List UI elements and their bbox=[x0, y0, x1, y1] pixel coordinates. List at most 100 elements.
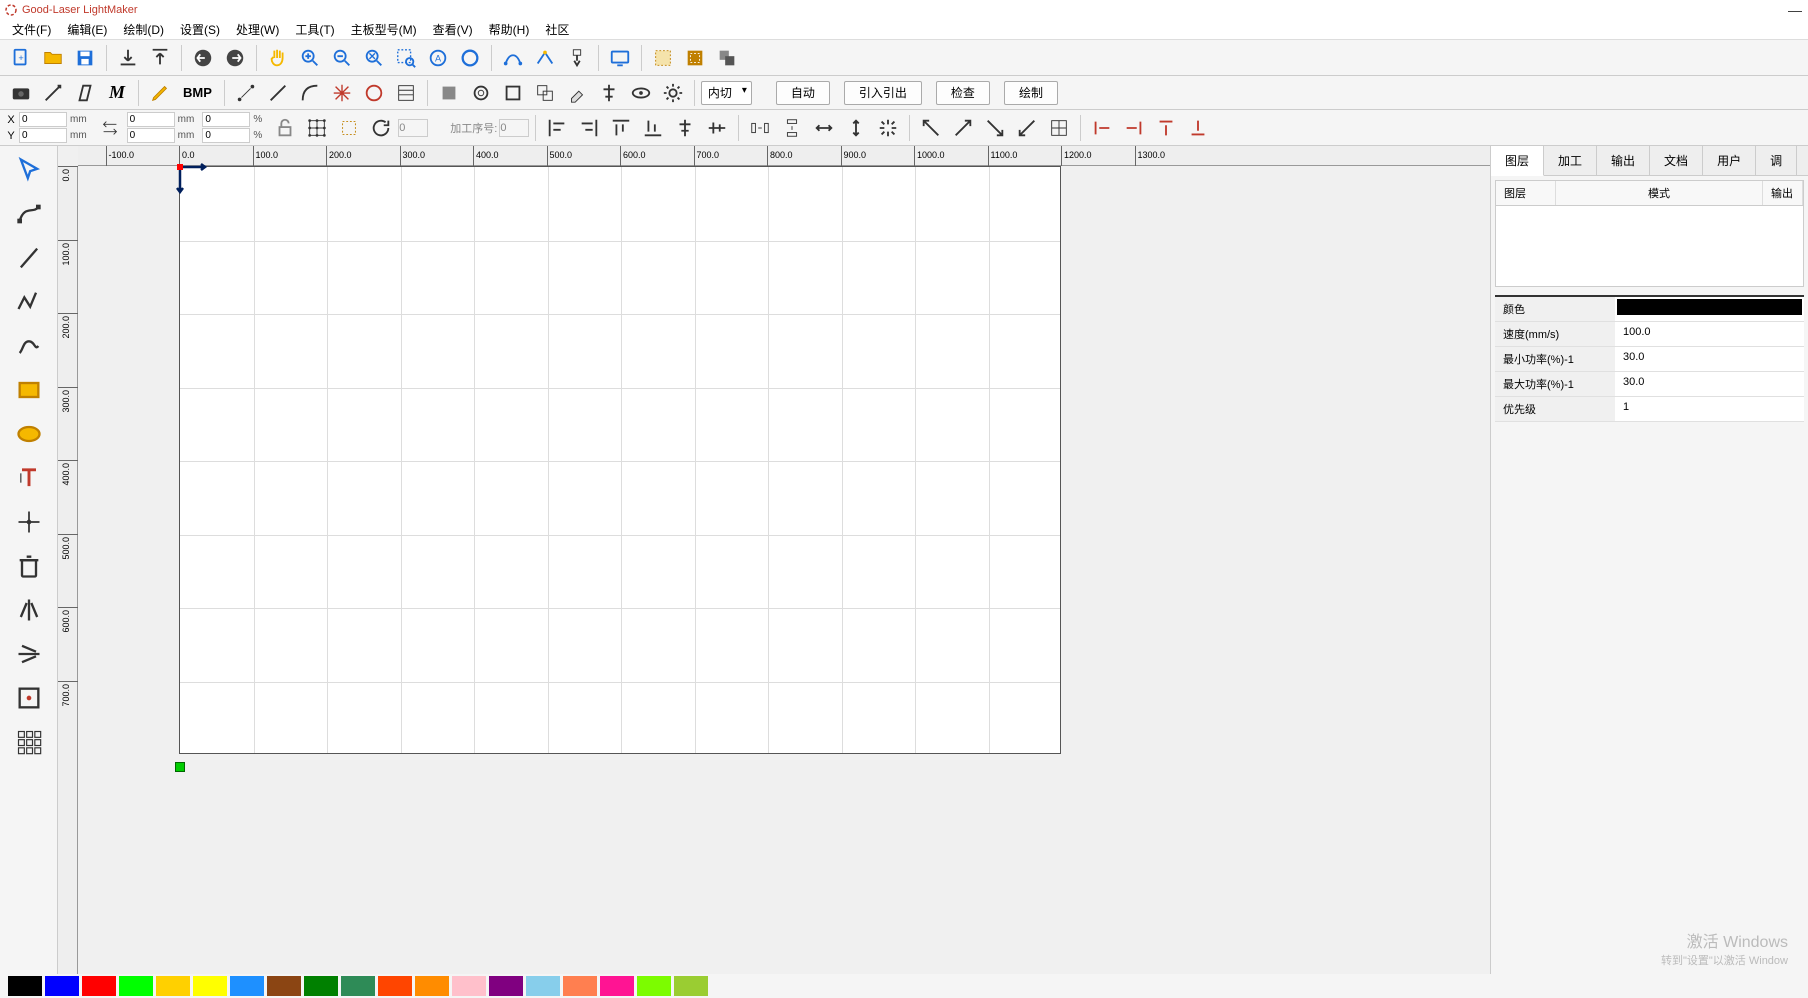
menu-help[interactable]: 帮助(H) bbox=[481, 21, 538, 38]
zoom-fit-button[interactable] bbox=[359, 43, 389, 73]
mirror-v-tool[interactable] bbox=[9, 636, 49, 672]
m-label[interactable]: M bbox=[102, 78, 132, 108]
corner-br-icon[interactable] bbox=[980, 113, 1010, 143]
auto-button[interactable]: 自动 bbox=[776, 81, 830, 105]
rect-tool[interactable] bbox=[9, 372, 49, 408]
polyline-tool[interactable] bbox=[9, 284, 49, 320]
width-input[interactable] bbox=[127, 112, 175, 127]
zoom-out-button[interactable] bbox=[327, 43, 357, 73]
rotate-input[interactable] bbox=[398, 119, 428, 137]
center-canvas-icon[interactable] bbox=[873, 113, 903, 143]
tab-document[interactable]: 文档 bbox=[1650, 146, 1703, 175]
menu-draw[interactable]: 绘制(D) bbox=[115, 21, 172, 38]
path-node-button[interactable] bbox=[498, 43, 528, 73]
draw-button[interactable]: 绘制 bbox=[1004, 81, 1058, 105]
menu-edit[interactable]: 编辑(E) bbox=[59, 21, 115, 38]
tab-adjust[interactable]: 调 bbox=[1756, 146, 1797, 175]
anchor-grid-icon[interactable] bbox=[302, 113, 332, 143]
palette-color[interactable] bbox=[415, 976, 449, 996]
redo-button[interactable] bbox=[220, 43, 250, 73]
menu-settings[interactable]: 设置(S) bbox=[172, 21, 228, 38]
curve-tool[interactable] bbox=[9, 328, 49, 364]
scaley-input[interactable] bbox=[202, 128, 250, 143]
save-file-button[interactable] bbox=[70, 43, 100, 73]
palette-color[interactable] bbox=[452, 976, 486, 996]
align-bottom-icon[interactable] bbox=[638, 113, 668, 143]
align-left-icon[interactable] bbox=[542, 113, 572, 143]
layer3-button[interactable] bbox=[712, 43, 742, 73]
line-icon[interactable] bbox=[263, 78, 293, 108]
menu-tools[interactable]: 工具(T) bbox=[287, 21, 342, 38]
array-tool[interactable] bbox=[9, 724, 49, 760]
snap-bottom-icon[interactable] bbox=[1183, 113, 1213, 143]
import-button[interactable] bbox=[113, 43, 143, 73]
palette-color[interactable] bbox=[489, 976, 523, 996]
bmp-label[interactable]: BMP bbox=[177, 85, 218, 100]
palette-color[interactable] bbox=[156, 976, 190, 996]
lock-icon[interactable] bbox=[270, 113, 300, 143]
tab-layer[interactable]: 图层 bbox=[1491, 146, 1544, 176]
zoom-selection-button[interactable] bbox=[391, 43, 421, 73]
eraser-icon[interactable] bbox=[562, 78, 592, 108]
y-input[interactable] bbox=[19, 128, 67, 143]
snap-right-icon[interactable] bbox=[1119, 113, 1149, 143]
export-button[interactable] bbox=[145, 43, 175, 73]
gear-icon[interactable] bbox=[658, 78, 688, 108]
prop-priority-value[interactable]: 1 bbox=[1615, 397, 1804, 421]
text-tool[interactable] bbox=[9, 460, 49, 496]
corner-tr-icon[interactable] bbox=[948, 113, 978, 143]
palette-color[interactable] bbox=[600, 976, 634, 996]
palette-color[interactable] bbox=[193, 976, 227, 996]
new-file-button[interactable]: + bbox=[6, 43, 36, 73]
pencil-icon[interactable] bbox=[145, 78, 175, 108]
cut-mode-select[interactable]: 内切 bbox=[701, 81, 752, 105]
menu-board[interactable]: 主板型号(M) bbox=[343, 21, 425, 38]
xy-swap-icon[interactable] bbox=[95, 113, 125, 143]
tab-output[interactable]: 输出 bbox=[1597, 146, 1650, 175]
circle-icon[interactable] bbox=[359, 78, 389, 108]
corner-bl-icon[interactable] bbox=[1012, 113, 1042, 143]
space-v-icon[interactable] bbox=[841, 113, 871, 143]
delete-tool[interactable] bbox=[9, 548, 49, 584]
prop-speed-value[interactable]: 100.0 bbox=[1615, 322, 1804, 346]
worksheet[interactable] bbox=[179, 166, 1061, 754]
align-center-icon[interactable] bbox=[594, 78, 624, 108]
menu-community[interactable]: 社区 bbox=[537, 21, 577, 38]
layer2-button[interactable] bbox=[680, 43, 710, 73]
fill-icon[interactable] bbox=[434, 78, 464, 108]
x-input[interactable] bbox=[19, 112, 67, 127]
palette-color[interactable] bbox=[119, 976, 153, 996]
vector-icon[interactable] bbox=[38, 78, 68, 108]
snap-top-icon[interactable] bbox=[1151, 113, 1181, 143]
select-tool[interactable] bbox=[9, 152, 49, 188]
palette-color[interactable] bbox=[230, 976, 264, 996]
align-tool[interactable] bbox=[9, 680, 49, 716]
arc-icon[interactable] bbox=[295, 78, 325, 108]
space-h-icon[interactable] bbox=[809, 113, 839, 143]
align-vcenter-icon[interactable] bbox=[702, 113, 732, 143]
pan-button[interactable] bbox=[263, 43, 293, 73]
select-dashed-icon[interactable] bbox=[334, 113, 364, 143]
scalex-input[interactable] bbox=[202, 112, 250, 127]
node-edit-tool[interactable] bbox=[9, 196, 49, 232]
import-export-button[interactable]: 引入引出 bbox=[844, 81, 922, 105]
ring-icon[interactable] bbox=[466, 78, 496, 108]
monitor-button[interactable] bbox=[605, 43, 635, 73]
height-input[interactable] bbox=[127, 128, 175, 143]
break-path-button[interactable] bbox=[530, 43, 560, 73]
grid4-icon[interactable] bbox=[1044, 113, 1074, 143]
minimize-button[interactable]: — bbox=[1788, 2, 1802, 18]
overlap-icon[interactable] bbox=[530, 78, 560, 108]
menu-view[interactable]: 查看(V) bbox=[425, 21, 481, 38]
dot-line-icon[interactable] bbox=[231, 78, 261, 108]
rotate-icon[interactable] bbox=[366, 113, 396, 143]
prop-color-value[interactable] bbox=[1617, 299, 1802, 315]
menu-file[interactable]: 文件(F) bbox=[4, 21, 59, 38]
zoom-all-button[interactable] bbox=[455, 43, 485, 73]
tab-user[interactable]: 用户 bbox=[1703, 146, 1756, 175]
dist-h-icon[interactable] bbox=[745, 113, 775, 143]
palette-color[interactable] bbox=[637, 976, 671, 996]
form-icon[interactable] bbox=[391, 78, 421, 108]
palette-color[interactable] bbox=[304, 976, 338, 996]
palette-color[interactable] bbox=[267, 976, 301, 996]
